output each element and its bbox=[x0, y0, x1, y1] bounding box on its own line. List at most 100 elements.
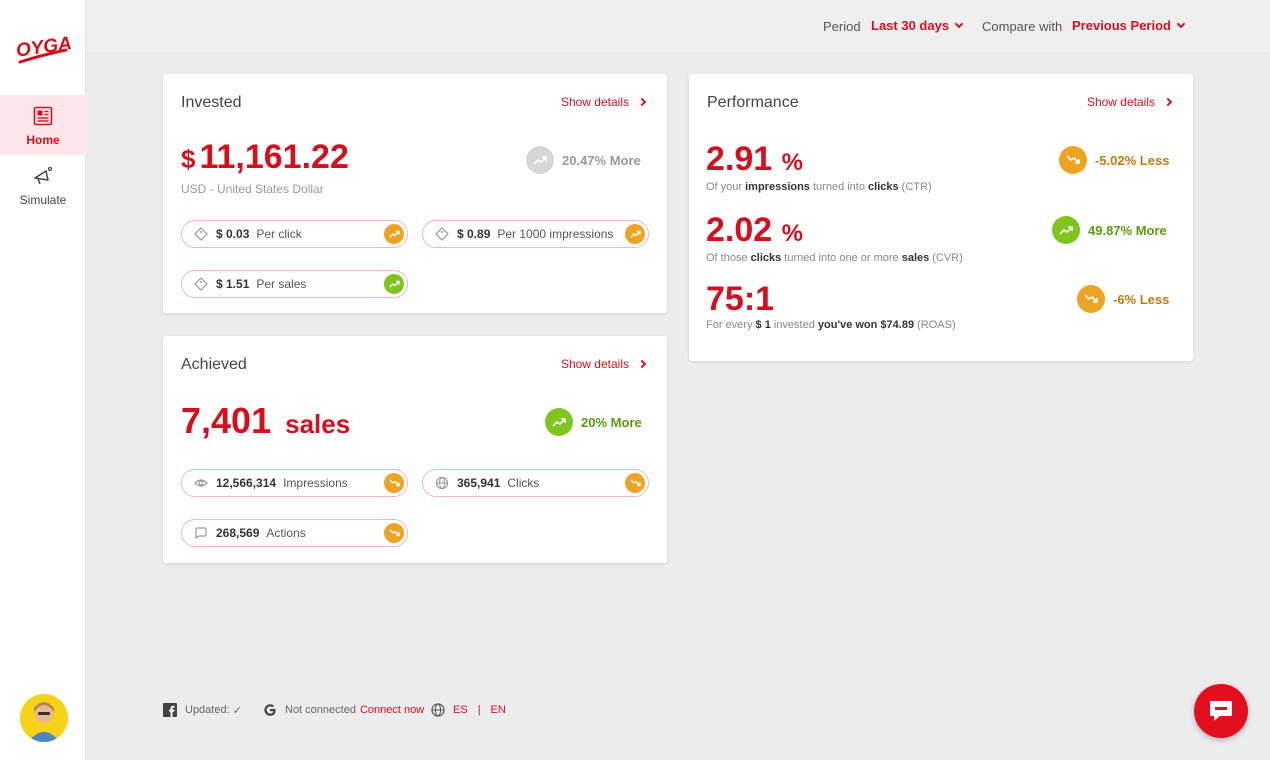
google-icon bbox=[264, 704, 276, 716]
chat-button[interactable] bbox=[1194, 684, 1248, 738]
achieved-trend: 20% More bbox=[545, 408, 642, 436]
desc-text: (ROAS) bbox=[914, 319, 956, 331]
chevron-right-icon bbox=[1163, 97, 1173, 107]
compare-value: Previous Period bbox=[1072, 18, 1171, 33]
cvr-trend: 49.87% More bbox=[1052, 216, 1167, 244]
trend-text: -5.02% Less bbox=[1095, 152, 1170, 168]
desc-text: For every bbox=[706, 319, 756, 331]
metric-pill-per-1000-impressions[interactable]: $ 0.89 Per 1000 impressions bbox=[422, 220, 649, 248]
metric-label: Per sales bbox=[256, 277, 307, 291]
roas-description: For every $ 1 invested you've won $74.89… bbox=[706, 319, 956, 331]
invested-amount: $11,161.22 bbox=[181, 138, 349, 177]
desc-bold: clicks bbox=[868, 181, 899, 193]
achieved-value: 7,401 bbox=[181, 400, 272, 441]
desc-text: Of those bbox=[706, 252, 751, 264]
sidebar-item-simulate[interactable]: Simulate bbox=[0, 155, 86, 215]
show-details-link[interactable]: Show details bbox=[1086, 95, 1173, 109]
newspaper-icon bbox=[33, 106, 53, 126]
trend-text: 49.87% More bbox=[1088, 222, 1167, 238]
avatar[interactable] bbox=[20, 694, 68, 742]
desc-bold: clicks bbox=[750, 252, 782, 264]
top-bar: Period Last 30 days Compare with Previou… bbox=[86, 0, 1270, 52]
trend-text: -6% Less bbox=[1113, 291, 1170, 307]
trend-up-icon bbox=[545, 408, 573, 436]
ctr-unit: % bbox=[781, 149, 803, 176]
period-dropdown[interactable]: Last 30 days bbox=[871, 18, 964, 33]
achieved-card: Achieved Show details 7,401 sales 20% Mo… bbox=[163, 336, 667, 563]
check-icon: ✓ bbox=[232, 704, 242, 717]
trend-up-icon bbox=[1052, 216, 1080, 244]
sidebar-item-home[interactable]: Home bbox=[0, 95, 86, 155]
metric-value: 365,941 bbox=[457, 476, 501, 490]
trend-up-icon bbox=[384, 224, 404, 244]
metric-pill-per-click[interactable]: $ 0.03 Per click bbox=[181, 220, 408, 248]
trend-down-icon bbox=[384, 523, 404, 543]
globe-icon bbox=[435, 476, 449, 490]
desc-bold: you've won $74.89 bbox=[817, 319, 915, 331]
metric-label: Actions bbox=[266, 526, 306, 540]
language-en[interactable]: EN bbox=[491, 704, 506, 716]
trend-up-icon bbox=[384, 274, 404, 294]
metric-pill-per-sales[interactable]: $ 1.51 Per sales bbox=[181, 270, 408, 298]
desc-bold: $ 1 bbox=[755, 319, 771, 331]
chevron-right-icon bbox=[637, 359, 647, 369]
eye-icon bbox=[194, 479, 208, 487]
language-switcher: ES | EN bbox=[431, 702, 506, 718]
metric-pill-actions[interactable]: 268,569 Actions bbox=[181, 519, 408, 547]
show-details-link[interactable]: Show details bbox=[561, 357, 647, 371]
invested-trend: 20.47% More bbox=[526, 146, 641, 174]
compare-dropdown[interactable]: Previous Period bbox=[1072, 18, 1186, 33]
invested-value: 11,161.22 bbox=[199, 138, 349, 176]
compare-label: Compare with bbox=[982, 19, 1063, 34]
show-details-label: Show details bbox=[1086, 95, 1155, 109]
ctr-description: Of your impressions turned into clicks (… bbox=[706, 181, 932, 193]
metric-value: $ 1.51 bbox=[216, 277, 250, 291]
facebook-icon bbox=[163, 703, 177, 717]
metric-pill-clicks[interactable]: 365,941 Clicks bbox=[422, 469, 649, 497]
sidebar: OYGA! Home Simulate bbox=[0, 0, 86, 760]
metric-value: 268,569 bbox=[216, 526, 260, 540]
metric-label: Clicks bbox=[507, 476, 540, 490]
cvr-value: 2.02 % bbox=[706, 211, 803, 250]
desc-bold: impressions bbox=[745, 181, 810, 193]
chevron-down-icon bbox=[954, 19, 964, 29]
desc-text: (CTR) bbox=[898, 181, 932, 193]
desc-text: Of your bbox=[706, 181, 746, 193]
trend-text: 20% More bbox=[581, 414, 642, 430]
desc-text: (CVR) bbox=[929, 252, 963, 264]
connect-now-link[interactable]: Connect now bbox=[360, 704, 424, 716]
desc-text: turned into one or more bbox=[781, 252, 902, 264]
metric-value: $ 0.03 bbox=[216, 227, 250, 241]
roas-value: 75:1 bbox=[706, 280, 775, 318]
google-status: Not connected Connect now bbox=[263, 702, 424, 718]
metric-label: Impressions bbox=[283, 476, 348, 490]
trend-down-icon bbox=[1059, 146, 1087, 174]
metric-value: $ 0.89 bbox=[457, 227, 491, 241]
chevron-right-icon bbox=[637, 97, 647, 107]
language-es[interactable]: ES bbox=[453, 704, 468, 716]
user-avatar-image bbox=[20, 694, 68, 742]
ctr-value: 2.91 % bbox=[706, 140, 803, 179]
language-separator: | bbox=[477, 704, 481, 716]
metric-pill-impressions[interactable]: 12,566,314 Impressions bbox=[181, 469, 408, 497]
cvr-description: Of those clicks turned into one or more … bbox=[706, 252, 963, 264]
currency-name: USD - United States Dollar bbox=[181, 182, 324, 196]
tag-icon bbox=[435, 227, 449, 241]
period-label: Period bbox=[823, 19, 861, 34]
cvr-unit: % bbox=[781, 220, 803, 247]
speech-bubble-icon bbox=[195, 527, 207, 540]
achieved-unit: sales bbox=[285, 409, 351, 439]
chevron-down-icon bbox=[1176, 19, 1186, 29]
show-details-link[interactable]: Show details bbox=[560, 95, 647, 109]
performance-card: Performance Show details 2.91 % Of your … bbox=[689, 74, 1193, 361]
sidebar-item-label: Home bbox=[26, 133, 60, 147]
megaphone-icon bbox=[34, 166, 53, 185]
card-title: Performance bbox=[707, 94, 799, 111]
cvr-number: 2.02 bbox=[706, 211, 773, 249]
metric-label: Per click bbox=[256, 227, 302, 241]
show-details-label: Show details bbox=[560, 95, 629, 109]
trend-down-icon bbox=[1077, 285, 1105, 313]
globe-icon bbox=[431, 703, 445, 717]
oyga-logo[interactable]: OYGA! bbox=[14, 28, 72, 68]
updated-label: Updated: bbox=[185, 704, 230, 716]
